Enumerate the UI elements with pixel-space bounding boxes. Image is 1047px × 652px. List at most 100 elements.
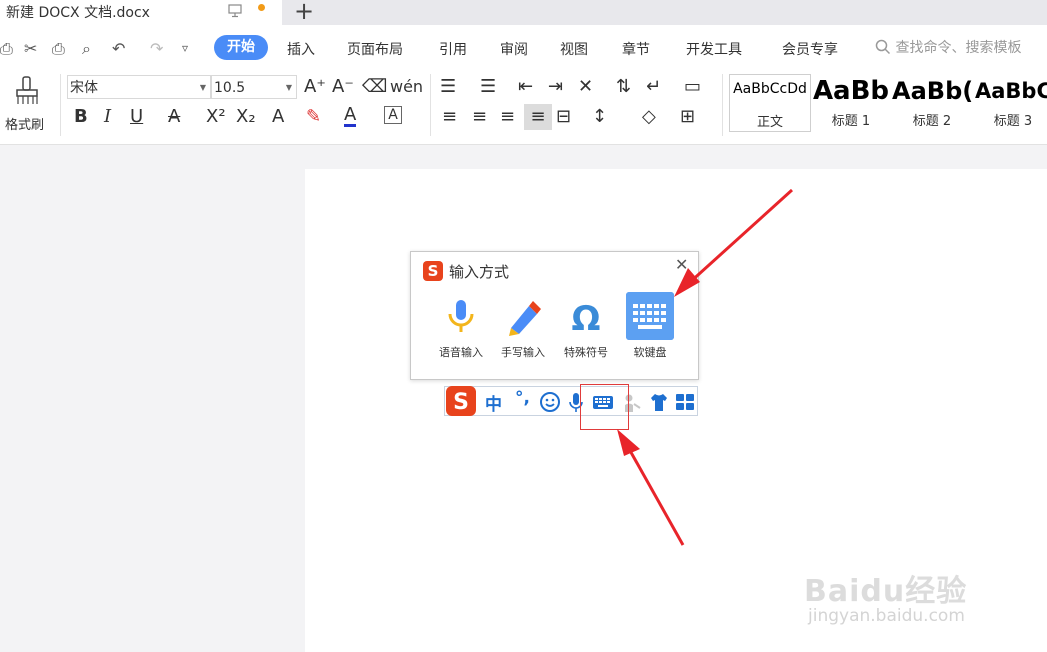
divider bbox=[430, 74, 431, 136]
print-preview-icon[interactable]: ⌕ bbox=[82, 39, 91, 59]
search-icon bbox=[875, 39, 891, 55]
keyboard-icon bbox=[626, 292, 674, 340]
sort-icon[interactable]: ⇅ bbox=[616, 76, 631, 98]
command-search[interactable]: 查找命令、搜索模板 bbox=[875, 37, 1021, 57]
font-name-value: 宋体 bbox=[70, 80, 98, 96]
menu-page-layout[interactable]: 页面布局 bbox=[347, 39, 403, 59]
style-label: 正文 bbox=[756, 115, 783, 130]
bullet-list-icon[interactable]: ☰ bbox=[440, 76, 456, 98]
decrease-indent-icon[interactable]: ⇤ bbox=[518, 76, 533, 98]
align-left-icon[interactable]: ≡ bbox=[442, 106, 457, 128]
font-size-select[interactable]: 10.5 ▼ bbox=[211, 75, 297, 99]
highlight-box bbox=[580, 384, 629, 430]
underline-icon[interactable]: U bbox=[130, 106, 143, 128]
chinese-mode-toggle[interactable]: 中 bbox=[485, 390, 502, 415]
document-tab-title: 新建 DOCX 文档.docx bbox=[6, 5, 150, 21]
handwriting-input-option[interactable]: 手写输入 bbox=[493, 292, 553, 362]
italic-icon[interactable]: I bbox=[104, 106, 111, 128]
option-label: 手写输入 bbox=[501, 346, 545, 359]
chevron-down-icon: ▼ bbox=[285, 83, 292, 92]
increase-indent-icon[interactable]: ⇥ bbox=[548, 76, 563, 98]
format-painter-label: 格式刷 bbox=[5, 118, 45, 133]
style-label: 标题 1 bbox=[831, 114, 871, 129]
style-normal[interactable]: AaBbCcDd 正文 bbox=[729, 74, 811, 132]
menu-view[interactable]: 视图 bbox=[560, 39, 588, 59]
justify-icon[interactable]: ≡ bbox=[524, 104, 552, 130]
grow-font-icon[interactable]: A⁺ bbox=[304, 76, 326, 98]
undo-icon[interactable]: ↶ bbox=[112, 39, 125, 58]
menu-references[interactable]: 引用 bbox=[439, 39, 467, 59]
menu-member[interactable]: 会员专享 bbox=[782, 39, 838, 59]
divider bbox=[60, 74, 61, 136]
close-icon[interactable]: ✕ bbox=[675, 255, 688, 274]
bold-icon[interactable]: B bbox=[74, 106, 88, 128]
open-icon[interactable]: ⎙ bbox=[0, 39, 13, 59]
more-icon[interactable]: ▿ bbox=[182, 41, 188, 55]
skin-shirt-icon[interactable] bbox=[649, 390, 669, 414]
char-border-icon[interactable]: A bbox=[384, 106, 402, 124]
new-tab-button[interactable]: + bbox=[290, 0, 318, 25]
numbered-list-icon[interactable]: ☰ bbox=[480, 76, 496, 98]
svg-text:Ω: Ω bbox=[572, 299, 601, 339]
style-preview: AaBb( bbox=[892, 77, 972, 105]
superscript-icon[interactable]: X² bbox=[206, 106, 226, 128]
style-heading-3[interactable]: AaBbC 标题 3 bbox=[973, 74, 1047, 130]
font-name-select[interactable]: 宋体 ▼ bbox=[67, 75, 211, 99]
unsaved-dot-icon bbox=[258, 4, 265, 11]
emoji-icon[interactable] bbox=[539, 390, 561, 414]
print-icon[interactable]: ⎙ bbox=[52, 39, 65, 59]
format-painter-button[interactable]: 格式刷 bbox=[2, 74, 52, 134]
align-right-icon[interactable]: ≡ bbox=[500, 106, 515, 128]
option-label: 特殊符号 bbox=[564, 346, 608, 359]
tab-bar: 新建 DOCX 文档.docx + bbox=[0, 0, 1047, 25]
shading-icon[interactable]: ◇ bbox=[642, 106, 656, 128]
pencil-icon bbox=[509, 301, 541, 336]
menu-insert[interactable]: 插入 bbox=[287, 39, 315, 59]
special-symbols-option[interactable]: Ω 特殊符号 bbox=[556, 292, 616, 362]
text-effect-icon[interactable]: A bbox=[272, 106, 284, 128]
microphone-icon bbox=[448, 300, 474, 332]
borders-icon[interactable]: ⊞ bbox=[680, 106, 695, 128]
voice-input-option[interactable]: 语音输入 bbox=[431, 292, 491, 362]
sogou-logo-icon[interactable]: S bbox=[445, 385, 477, 417]
menu-section[interactable]: 章节 bbox=[622, 39, 650, 59]
phonetic-guide-icon[interactable]: wén bbox=[390, 76, 423, 98]
popup-title: 输入方式 bbox=[449, 263, 510, 281]
style-preview: AaBbC bbox=[975, 79, 1047, 103]
style-label: 标题 3 bbox=[993, 114, 1033, 129]
omega-icon: Ω bbox=[572, 299, 601, 339]
shrink-font-icon[interactable]: A⁻ bbox=[332, 76, 354, 98]
highlight-icon[interactable]: ✎ bbox=[306, 106, 321, 128]
line-spacing-icon[interactable]: ↕ bbox=[592, 106, 607, 128]
cut-icon[interactable]: ✂ bbox=[24, 39, 37, 58]
redo-icon[interactable]: ↷ bbox=[150, 39, 163, 58]
menu-start[interactable]: 开始 bbox=[214, 35, 268, 60]
sogou-logo-icon: S bbox=[423, 261, 443, 281]
show-marks-icon[interactable]: ↵ bbox=[646, 76, 661, 98]
distributed-icon[interactable]: ⊟ bbox=[556, 106, 571, 128]
style-heading-1[interactable]: AaBb 标题 1 bbox=[811, 74, 891, 130]
monitor-icon[interactable] bbox=[228, 4, 242, 18]
paintbrush-icon bbox=[16, 76, 38, 104]
clear-format-icon[interactable]: ⌫ bbox=[362, 76, 387, 98]
divider bbox=[722, 74, 723, 136]
chinese-layout-icon[interactable]: ✕ bbox=[578, 76, 593, 98]
menu-review[interactable]: 审阅 bbox=[500, 39, 528, 59]
menu-developer[interactable]: 开发工具 bbox=[686, 39, 742, 59]
toolbox-grid-icon[interactable] bbox=[674, 390, 696, 414]
style-label: 标题 2 bbox=[912, 114, 952, 129]
ime-status-bar: S 中 °, bbox=[444, 386, 698, 416]
align-center-icon[interactable]: ≡ bbox=[472, 106, 487, 128]
tab-ruler-icon[interactable]: ▭ bbox=[684, 76, 701, 98]
search-placeholder: 查找命令、搜索模板 bbox=[895, 40, 1022, 56]
style-heading-2[interactable]: AaBb( 标题 2 bbox=[892, 74, 972, 130]
punctuation-toggle[interactable]: °, bbox=[515, 388, 530, 412]
document-tab[interactable]: 新建 DOCX 文档.docx bbox=[0, 0, 282, 25]
watermark-url: jingyan.baidu.com bbox=[808, 606, 965, 626]
ribbon: 格式刷 宋体 ▼ 10.5 ▼ A⁺ A⁻ ⌫ wén B I U A X² X₂ … bbox=[0, 70, 1047, 145]
subscript-icon[interactable]: X₂ bbox=[236, 106, 256, 128]
soft-keyboard-option[interactable]: 软键盘 bbox=[620, 292, 680, 362]
strikethrough-icon[interactable]: A bbox=[168, 106, 180, 128]
font-color-icon[interactable]: A bbox=[344, 106, 357, 127]
style-preview: AaBbCcDd bbox=[733, 81, 807, 97]
